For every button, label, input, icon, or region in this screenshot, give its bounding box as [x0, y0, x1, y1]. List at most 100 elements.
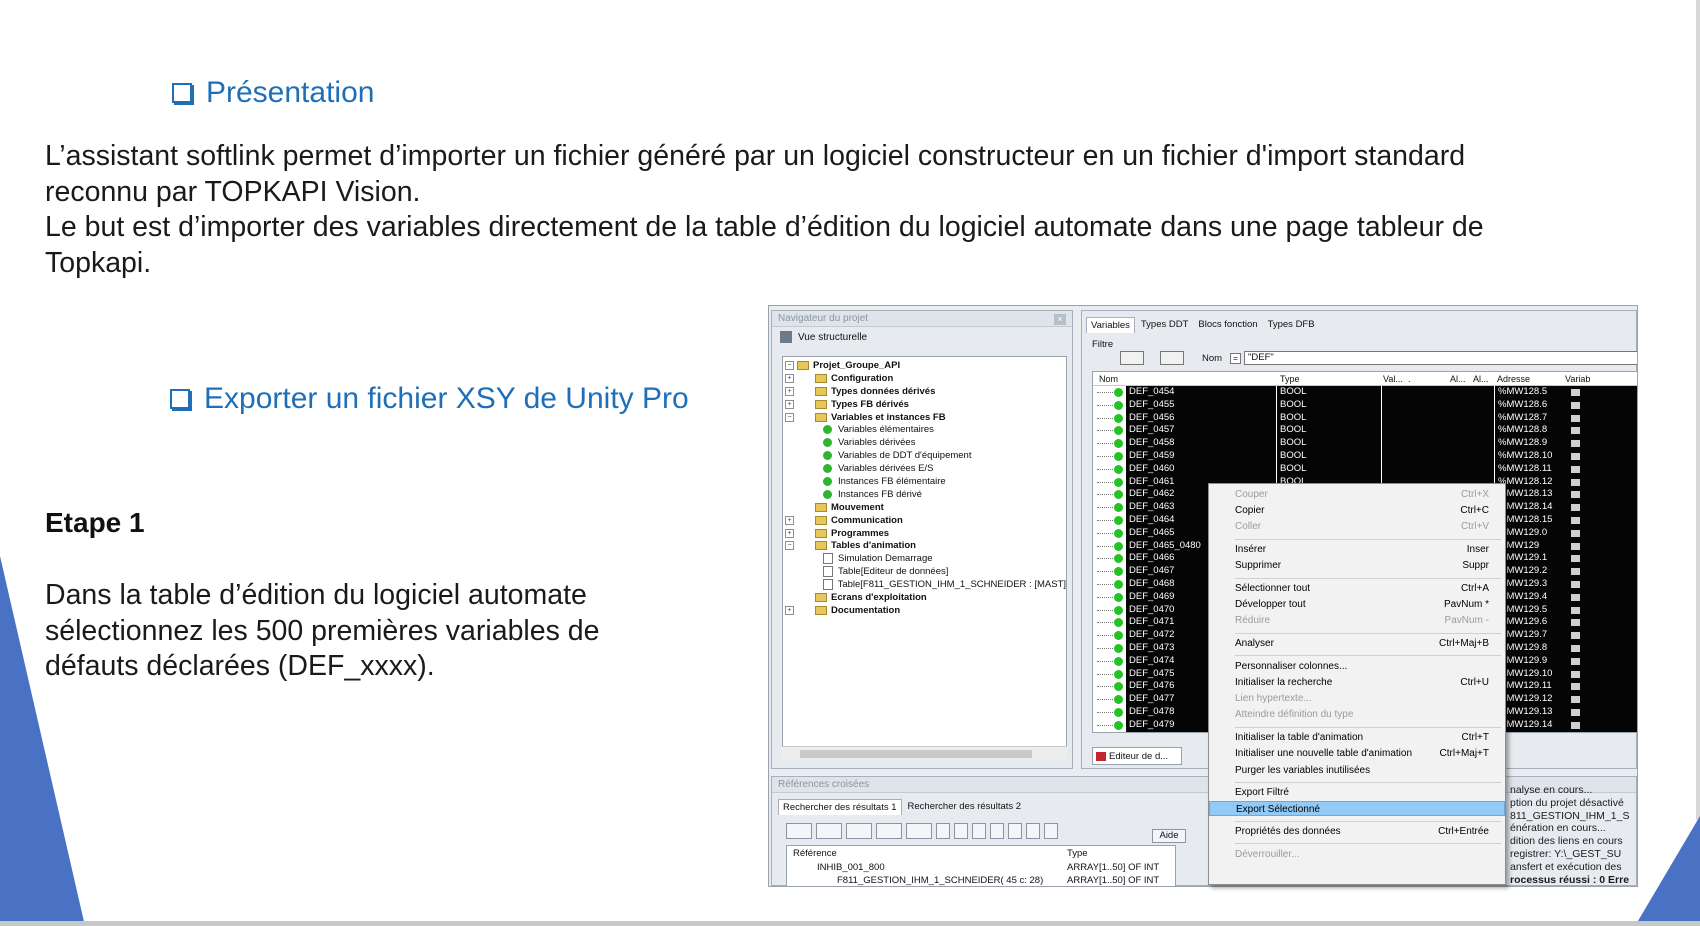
filter-settings-icon[interactable]: [1160, 351, 1184, 365]
value-cell[interactable]: [1382, 437, 1494, 450]
checkbox-icon[interactable]: [1571, 401, 1580, 409]
close-icon[interactable]: ×: [1054, 314, 1066, 325]
menu-item[interactable]: Réduire PavNum -: [1209, 613, 1505, 628]
reference-row-label[interactable]: INHIB_001_800: [817, 862, 885, 873]
collapse-icon[interactable]: −: [785, 412, 794, 422]
address-cell[interactable]: %MW128.5: [1495, 386, 1563, 399]
first-icon[interactable]: [936, 823, 950, 839]
checkbox-cell[interactable]: [1563, 462, 1637, 476]
hierarchy-icon[interactable]: [816, 823, 842, 839]
value-cell[interactable]: [1382, 462, 1494, 476]
expand-icon[interactable]: +: [785, 605, 794, 615]
table-row[interactable]: DEF_0457 BOOL %MW128.8: [1093, 424, 1637, 438]
menu-item[interactable]: Insérer Inser: [1209, 542, 1505, 557]
checkbox-cell[interactable]: [1563, 475, 1637, 489]
tree-item[interactable]: Variables de DDT d'équipement: [783, 449, 1066, 462]
address-cell[interactable]: %MW128.9: [1495, 437, 1563, 450]
checkbox-cell[interactable]: [1563, 386, 1637, 399]
value-cell[interactable]: [1382, 386, 1494, 399]
checkbox-cell[interactable]: [1563, 667, 1637, 681]
menu-item[interactable]: Copier Ctrl+C: [1209, 503, 1505, 518]
checkbox-icon[interactable]: [1571, 452, 1580, 460]
checkbox-icon[interactable]: [1571, 580, 1580, 588]
tab-results-2[interactable]: Rechercher des résultats 2: [904, 799, 1026, 815]
address-cell[interactable]: %MW128.8: [1495, 424, 1563, 438]
address-cell[interactable]: %MW128.7: [1495, 411, 1563, 425]
address-cell[interactable]: %MW128.11: [1495, 462, 1563, 476]
menu-item[interactable]: Atteindre définition du type: [1209, 707, 1505, 722]
column-header[interactable]: Type: [1280, 374, 1300, 384]
filter-icon[interactable]: [1120, 351, 1144, 365]
menu-item[interactable]: Supprimer Suppr: [1209, 558, 1505, 573]
column-header[interactable]: Al...: [1450, 374, 1466, 384]
menu-item[interactable]: Export Sélectionné: [1209, 801, 1505, 817]
checkbox-icon[interactable]: [1571, 542, 1580, 550]
checkbox-cell[interactable]: [1563, 680, 1637, 694]
collapse-icon[interactable]: −: [785, 360, 794, 370]
address-cell[interactable]: %MW128.6: [1495, 398, 1563, 412]
column-header[interactable]: Al...: [1473, 374, 1489, 384]
checkbox-icon[interactable]: [1571, 529, 1580, 537]
tab-types-dfb[interactable]: Types DFB: [1263, 317, 1319, 333]
checkbox-cell[interactable]: [1563, 526, 1637, 540]
checkbox-icon[interactable]: [1571, 606, 1580, 614]
menu-item[interactable]: Export Filtré: [1209, 785, 1505, 800]
menu-item[interactable]: Lien hypertexte...: [1209, 691, 1505, 706]
align-left-icon[interactable]: [846, 823, 872, 839]
checkbox-cell[interactable]: [1563, 616, 1637, 630]
tree-view-icon[interactable]: [780, 331, 792, 343]
tree-item[interactable]: Table[Editeur de données]: [783, 565, 1066, 578]
last-icon[interactable]: [1008, 823, 1022, 839]
checkbox-icon[interactable]: [1571, 657, 1580, 665]
checkbox-icon[interactable]: [1571, 504, 1580, 512]
help-button[interactable]: Aide: [1152, 829, 1186, 843]
tree-item[interactable]: + Types FB dérivés: [783, 398, 1066, 411]
checkbox-icon[interactable]: [1571, 683, 1580, 691]
tree-item[interactable]: + Documentation: [783, 604, 1066, 617]
reference-row-label[interactable]: F811_GESTION_IHM_1_SCHNEIDER( 45 c: 28): [837, 875, 1043, 886]
checkbox-icon[interactable]: [1571, 593, 1580, 601]
tree-item[interactable]: Instances FB dérivé: [783, 488, 1066, 501]
tree-item[interactable]: Variables dérivées E/S: [783, 462, 1066, 475]
column-header[interactable]: Référence: [793, 848, 837, 859]
checkbox-icon[interactable]: [1571, 644, 1580, 652]
menu-item[interactable]: Personnaliser colonnes...: [1209, 659, 1505, 674]
variable-type-cell[interactable]: BOOL: [1277, 386, 1381, 399]
tree-item[interactable]: Simulation Demarrage: [783, 552, 1066, 565]
checkbox-icon[interactable]: [1571, 414, 1580, 422]
column-header[interactable]: Adresse: [1497, 374, 1530, 384]
checkbox-icon[interactable]: [1571, 440, 1580, 448]
checkbox-cell[interactable]: [1563, 513, 1637, 527]
tree-item[interactable]: − Tables d'animation: [783, 539, 1066, 552]
scrollbar-thumb[interactable]: [800, 750, 1032, 758]
tree-item[interactable]: − Projet_Groupe_API: [783, 359, 1066, 372]
checkbox-cell[interactable]: [1563, 565, 1637, 578]
menu-item[interactable]: Analyser Ctrl+Maj+B: [1209, 636, 1505, 651]
checkbox-cell[interactable]: [1563, 437, 1637, 450]
checkbox-cell[interactable]: [1563, 705, 1637, 719]
checkbox-cell[interactable]: [1563, 488, 1637, 502]
tree-item[interactable]: Ecrans d'exploitation: [783, 591, 1066, 604]
checkbox-icon[interactable]: [1571, 427, 1580, 435]
variable-name-cell[interactable]: DEF_0454: [1126, 386, 1276, 399]
variable-type-cell[interactable]: BOOL: [1277, 398, 1381, 412]
variable-name-cell[interactable]: DEF_0456: [1126, 411, 1276, 425]
menu-item[interactable]: Purger les variables inutilisées: [1209, 763, 1505, 778]
expand-icon[interactable]: +: [785, 399, 794, 409]
checkbox-cell[interactable]: [1563, 590, 1637, 604]
column-header[interactable]: Type: [1067, 848, 1088, 859]
tree-item[interactable]: Instances FB élémentaire: [783, 475, 1066, 488]
checkbox-icon[interactable]: [1571, 721, 1580, 729]
column-header[interactable]: .: [1408, 374, 1411, 384]
value-cell[interactable]: [1382, 424, 1494, 438]
variable-type-cell[interactable]: BOOL: [1277, 449, 1381, 463]
table-row[interactable]: DEF_0454 BOOL %MW128.5: [1093, 386, 1637, 399]
variable-name-cell[interactable]: DEF_0460: [1126, 462, 1276, 476]
tree-icon[interactable]: [786, 823, 812, 839]
align-center-icon[interactable]: [876, 823, 902, 839]
checkbox-cell[interactable]: [1563, 424, 1637, 438]
checkbox-cell[interactable]: [1563, 577, 1637, 591]
checkbox-cell[interactable]: [1563, 603, 1637, 617]
checkbox-cell[interactable]: [1563, 411, 1637, 425]
view-label[interactable]: Vue structurelle: [798, 332, 867, 343]
